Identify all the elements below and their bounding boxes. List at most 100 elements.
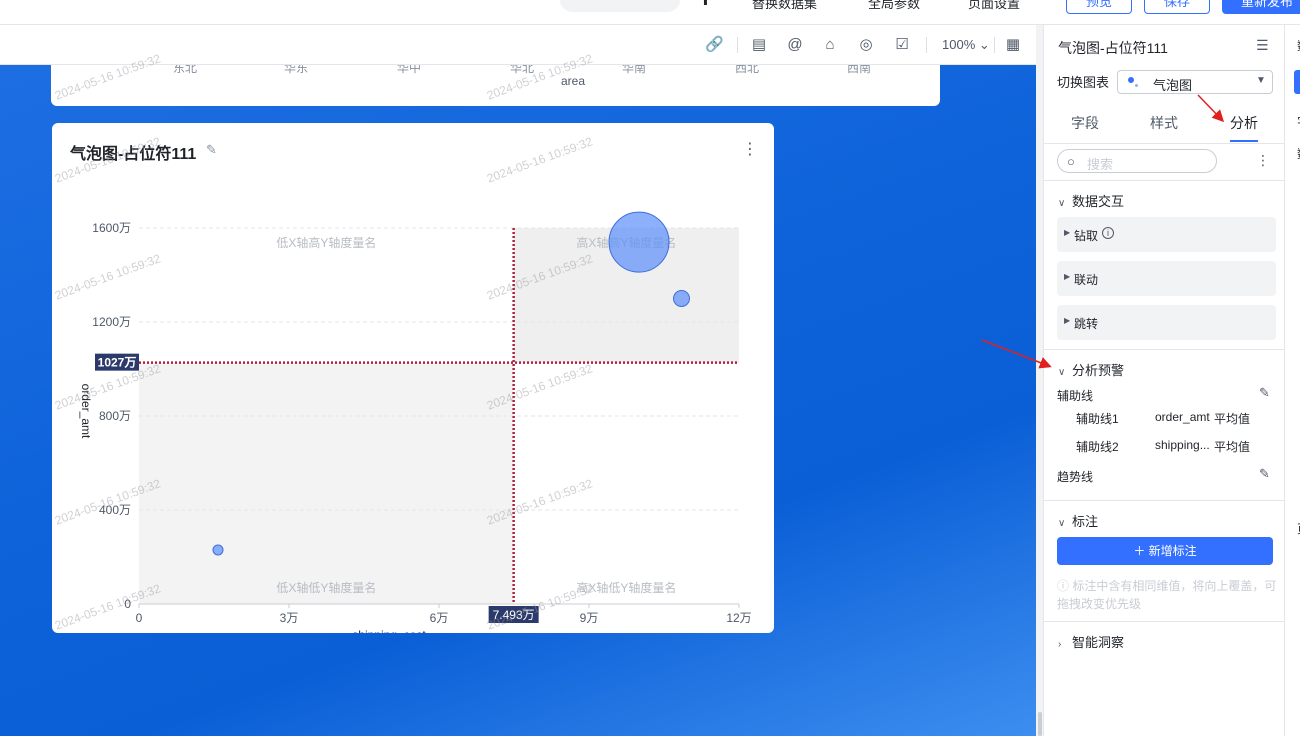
x-tick-label: 华南 <box>622 65 647 75</box>
y-tick-label: 800万 <box>99 409 131 423</box>
edit-trend-line-icon[interactable]: ✎ <box>1259 466 1270 482</box>
quadrant-label-top-left: 低X轴高Y轴度量名 <box>276 235 376 250</box>
chart-type-value: 气泡图 <box>1153 78 1193 93</box>
bubble-chart-icon <box>1135 84 1138 87</box>
x-axis-title: shipping_cost <box>352 628 426 633</box>
tab-fields[interactable]: 字段 <box>1071 113 1099 133</box>
save-button[interactable]: 保存 <box>1144 0 1210 14</box>
tab-style[interactable]: 样式 <box>1150 113 1178 133</box>
global-params-button[interactable]: 全局参数 <box>868 0 920 12</box>
quadrant-label-bottom-left: 低X轴低Y轴度量名 <box>276 580 376 595</box>
checklist-icon[interactable]: ☑ <box>893 36 911 54</box>
hide-icon[interactable]: ◎ <box>857 36 875 54</box>
chevron-down-icon: ∨ <box>1058 367 1066 378</box>
aux-line-field: shipping... <box>1155 438 1210 452</box>
section-divider <box>1044 349 1284 350</box>
quadrant-shade-bottom-left <box>139 362 514 604</box>
mention-icon[interactable]: @ <box>786 36 804 54</box>
section-label: 智能洞察 <box>1072 635 1125 650</box>
view-mode-switch[interactable] <box>560 0 680 12</box>
top-bar: ⬆ 替换数据集 全局参数 页面设置 预览 保存 重新发布 <box>0 0 1300 25</box>
x-tick-label: 华北 <box>510 65 535 75</box>
drill-label: 钻取 <box>1074 229 1099 243</box>
hint-text: 标注中含有相同维值，将向上覆盖，可拖拽改变优先级 <box>1057 579 1277 611</box>
section-label: 标注 <box>1072 514 1099 529</box>
layout-icon[interactable]: ▦ <box>1004 36 1022 54</box>
publish-button[interactable]: 重新发布 <box>1222 0 1300 14</box>
section-data-interaction[interactable]: ∨ 数据交互 <box>1058 191 1124 210</box>
section-analysis-warning[interactable]: ∨ 分析预警 <box>1058 360 1124 379</box>
add-annotation-label: 新增标注 <box>1148 544 1197 558</box>
search-icon: ○ <box>1067 154 1075 169</box>
linkage-label: 联动 <box>1074 273 1099 287</box>
drill-item[interactable]: ▶ 钻取 i <box>1057 217 1276 252</box>
x-axis-title: area <box>561 74 586 88</box>
canvas-toolbar: 🔗 ▤ @ ⌂ ◎ ☑ 100% ⌄ ▦ <box>0 25 1036 65</box>
toolbar-divider <box>926 37 927 53</box>
y-tick-label: 1600万 <box>92 221 131 235</box>
reference-label-y: 1027万 <box>98 356 137 370</box>
area-chart-card[interactable]: 东北 华东 华中 华北 华南 西北 西南 area <box>51 65 940 106</box>
x-tick-label: 3万 <box>280 611 299 625</box>
x-tick-label: 华东 <box>284 65 309 75</box>
trend-line-label: 趋势线 <box>1057 470 1094 484</box>
bubble-point <box>608 211 670 273</box>
page-settings-button[interactable]: 页面设置 <box>968 0 1020 12</box>
switch-chart-label: 切换图表 <box>1057 75 1110 90</box>
scrollbar-thumb[interactable] <box>1038 712 1042 736</box>
caret-down-icon: ▼ <box>1256 75 1266 86</box>
section-annotation[interactable]: ∨ 标注 <box>1058 511 1098 530</box>
y-tick-label: 1200万 <box>92 315 131 329</box>
linkage-item[interactable]: ▶ 联动 <box>1057 261 1276 296</box>
preview-button[interactable]: 预览 <box>1066 0 1132 14</box>
section-label: 分析预警 <box>1072 363 1125 378</box>
link-icon[interactable]: 🔗 <box>705 36 724 54</box>
section-label: 数据交互 <box>1072 194 1125 209</box>
quadrant-label-bottom-right: 高X轴低Y轴度量名 <box>576 580 676 595</box>
canvas-scrollbar[interactable] <box>1036 25 1043 736</box>
add-annotation-button[interactable]: ＋ 新增标注 <box>1057 537 1273 565</box>
chart-title[interactable]: 气泡图-占位符111 <box>70 140 196 164</box>
edit-aux-line-icon[interactable]: ✎ <box>1259 385 1270 401</box>
section-smart-insight[interactable]: › 智能洞察 <box>1058 632 1124 651</box>
replace-dataset-button[interactable]: 替换数据集 <box>752 0 817 12</box>
aux-line-label: 辅助线 <box>1057 389 1094 403</box>
search-placeholder: 搜索 <box>1087 157 1114 172</box>
aux-line-name: 辅助线1 <box>1076 412 1119 426</box>
section-divider <box>1044 621 1284 622</box>
aux-line-field: order_amt <box>1155 410 1210 424</box>
zoom-select[interactable]: 100% ⌄ <box>942 37 990 53</box>
side-panel-button[interactable] <box>1294 70 1300 94</box>
more-icon[interactable]: ⋮ <box>742 139 758 159</box>
caret-right-icon: ▶ <box>1064 316 1071 325</box>
panel-title: 气泡图-占位符111 <box>1058 40 1168 56</box>
y-tick-label: 400万 <box>99 503 131 517</box>
bubble-chart-icon <box>1128 77 1134 83</box>
bubble-point <box>673 290 690 307</box>
bubble-chart-card[interactable]: 0 400万 800万 1200万 1600万 0 3万 6万 9万 12万 shipping_co… <box>52 123 774 633</box>
document-icon[interactable]: ▤ <box>750 36 768 54</box>
info-icon[interactable]: i <box>1102 227 1114 239</box>
tab-analysis[interactable]: 分析 <box>1230 113 1258 133</box>
search-input[interactable]: ○ 搜索 <box>1057 149 1217 173</box>
caret-right-icon: ▶ <box>1064 228 1071 237</box>
toolbar-divider <box>994 37 995 53</box>
more-options-icon[interactable]: ⋮ <box>1256 152 1270 169</box>
aux-line-name: 辅助线2 <box>1076 440 1119 454</box>
chart-type-select[interactable]: 气泡图 ▼ <box>1117 70 1273 94</box>
toolbar-divider <box>737 37 738 53</box>
aux-line-type: 平均值 <box>1214 440 1251 454</box>
export-icon[interactable]: ⬆ <box>700 0 711 9</box>
side-panel-edge: 数 字 数 页 <box>1284 25 1300 736</box>
jump-label: 跳转 <box>1074 317 1099 331</box>
x-tick-label: 东北 <box>173 65 198 75</box>
jump-item[interactable]: ▶ 跳转 <box>1057 305 1276 340</box>
collapse-panel-icon[interactable]: ☰ <box>1256 37 1269 54</box>
x-tick-label: 华中 <box>397 65 422 75</box>
dashboard-canvas: 🔗 ▤ @ ⌂ ◎ ☑ 100% ⌄ ▦ 东北 华东 华中 华北 华南 西北 西… <box>0 25 1036 736</box>
building-icon[interactable]: ⌂ <box>821 36 839 54</box>
x-tick-label: 12万 <box>726 611 751 625</box>
x-tick-label: 西南 <box>847 65 872 75</box>
bubble-chart[interactable]: 0 400万 800万 1200万 1600万 0 3万 6万 9万 12万 shipping_co… <box>52 123 774 633</box>
edit-title-icon[interactable]: ✎ <box>206 142 217 158</box>
